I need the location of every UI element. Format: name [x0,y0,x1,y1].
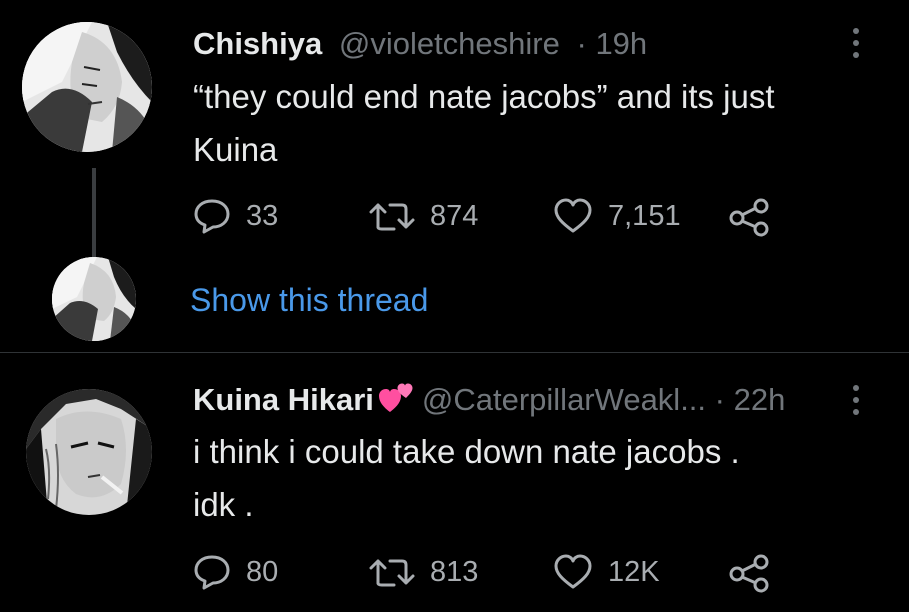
heart-icon [554,554,592,589]
like-button[interactable]: 12K [552,553,660,591]
reply-count: 80 [246,555,279,588]
retweet-count: 874 [430,199,479,232]
reply-icon [194,199,230,234]
pink-hearts-emoji-icon [378,382,416,419]
avatar-chishiya[interactable] [22,22,152,152]
thread-connector-line [92,168,96,258]
timestamp[interactable]: 19h [595,26,647,61]
like-button[interactable]: 7,151 [552,197,681,235]
tweet-text-line: “they could end nate jacobs” and its jus… [193,78,775,115]
avatar-chishiya-small-image [52,257,136,341]
more-icon[interactable] [851,28,861,58]
share-button[interactable] [727,197,785,237]
avatar-kuina[interactable] [26,389,152,515]
retweet-button[interactable]: 874 [368,197,478,235]
display-name[interactable]: Chishiya [193,26,322,61]
share-icon [729,554,769,593]
tweet-header: Kuina Hikari @CaterpillarWeakl... · 22h [193,382,785,419]
reply-button[interactable]: 33 [192,197,278,235]
avatar-chishiya-small[interactable] [52,257,136,341]
user-handle[interactable]: @violetcheshire [339,26,560,61]
tweet-text-line: idk . [193,486,254,524]
tweet-kuina[interactable]: Kuina Hikari @CaterpillarWeakl... · 22h … [0,353,909,612]
tweet-text-line: Kuina [193,131,278,169]
retweet-icon [369,203,415,231]
reply-icon [194,555,230,590]
more-icon[interactable] [851,385,861,415]
like-count: 7,151 [608,199,681,232]
avatar-kuina-image [26,389,152,515]
display-name[interactable]: Kuina Hikari [193,382,374,417]
tweet-text-line: i think i could take down nate jacobs . [193,433,740,470]
like-count: 12K [608,555,660,588]
avatar-chishiya-image [22,22,152,152]
separator-dot: · [576,26,587,61]
tweet-chishiya[interactable]: Chishiya @violetcheshire · 19h “they cou… [0,0,909,352]
tweet-text: i think i could take down nate jacobs . … [193,425,740,532]
share-button[interactable] [727,553,785,593]
heart-icon [554,198,592,233]
retweet-icon [369,559,415,587]
retweet-button[interactable]: 813 [368,553,478,591]
reply-button[interactable]: 80 [192,553,278,591]
retweet-count: 813 [430,555,479,588]
timestamp[interactable]: 22h [734,382,786,417]
separator-dot: · [714,382,725,417]
tweet-header: Chishiya @violetcheshire · 19h [193,28,647,59]
reply-count: 33 [246,199,279,232]
tweet-text: “they could end nate jacobs” and its jus… [193,70,775,177]
show-thread-link[interactable]: Show this thread [190,282,428,319]
share-icon [729,198,769,237]
user-handle[interactable]: @CaterpillarWeakl... [422,382,706,417]
